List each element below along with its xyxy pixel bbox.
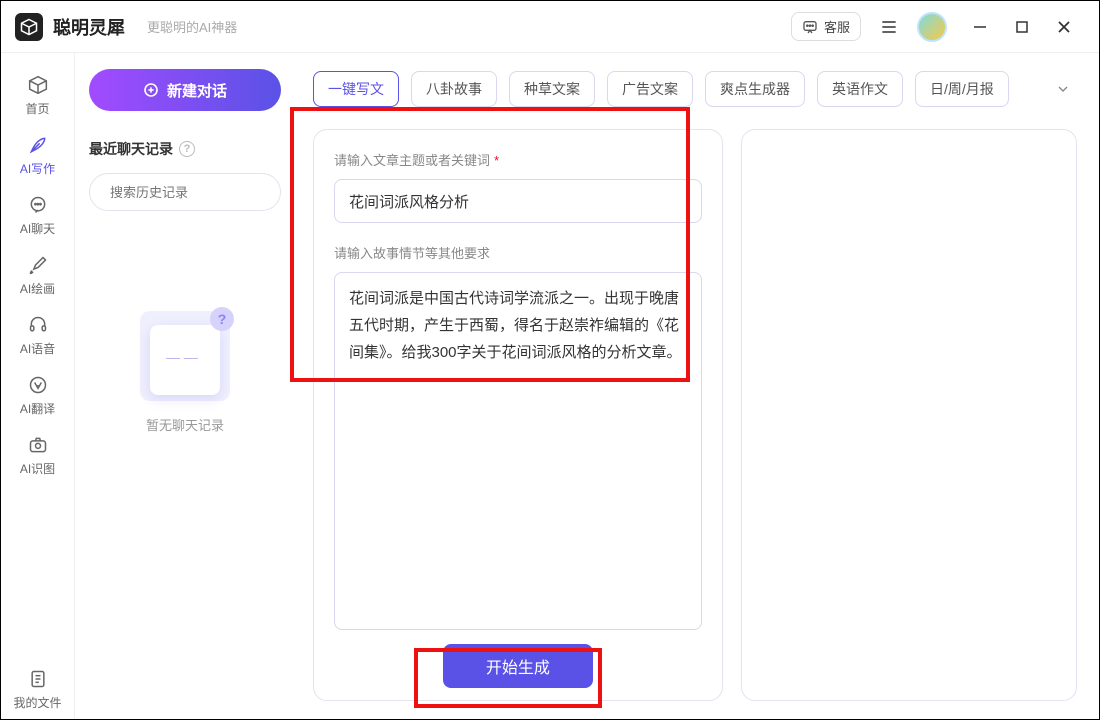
nav-ai-voice[interactable]: AI语音 (1, 305, 74, 365)
tab-report[interactable]: 日/周/月报 (915, 71, 1009, 107)
app-name: 聪明灵犀 (53, 14, 125, 40)
nav-label: AI翻译 (20, 400, 55, 417)
window-close-button[interactable] (1043, 11, 1085, 43)
main-area: 一键写文 八卦故事 种草文案 广告文案 爽点生成器 英语作文 日/周/月报 请输… (295, 53, 1099, 719)
app-logo-icon (15, 13, 43, 41)
output-panel (741, 129, 1077, 701)
tab-product-copy[interactable]: 种草文案 (509, 71, 595, 107)
empty-text: 暂无聊天记录 (89, 415, 281, 434)
tab-ad-copy[interactable]: 广告文案 (607, 71, 693, 107)
maximize-icon (1016, 21, 1028, 33)
avatar[interactable] (917, 12, 947, 42)
history-search-input[interactable] (110, 185, 286, 200)
tab-one-click-write[interactable]: 一键写文 (313, 71, 399, 107)
hamburger-icon (879, 17, 899, 37)
camera-icon (27, 434, 49, 456)
tab-hook-generator[interactable]: 爽点生成器 (705, 71, 805, 107)
titlebar: 聪明灵犀 更聪明的AI神器 客服 (1, 1, 1099, 53)
tab-english-essay[interactable]: 英语作文 (817, 71, 903, 107)
brush-icon (27, 254, 49, 276)
sidebar-nav: 首页 AI写作 AI聊天 AI绘画 AI语音 AI翻译 AI识图 我 (1, 53, 75, 719)
file-icon (27, 668, 49, 690)
nav-label: AI聊天 (20, 220, 55, 237)
input-panel: 请输入文章主题或者关键词 * 请输入故事情节等其他要求 开始生成 (313, 129, 723, 701)
history-search[interactable] (89, 173, 281, 211)
help-icon[interactable]: ? (179, 141, 195, 157)
plus-icon (143, 82, 159, 98)
nav-my-files[interactable]: 我的文件 (1, 659, 74, 719)
new-chat-label: 新建对话 (167, 80, 227, 101)
window-minimize-button[interactable] (959, 11, 1001, 43)
history-column: 新建对话 最近聊天记录 ? ? — — 暂无聊天记录 (75, 53, 295, 719)
close-icon (1057, 20, 1071, 34)
chevron-down-icon (1055, 81, 1071, 97)
minimize-icon (973, 20, 987, 34)
hamburger-menu-button[interactable] (873, 11, 905, 43)
tabs-expand-toggle[interactable] (1049, 75, 1077, 103)
customer-service-button[interactable]: 客服 (791, 12, 861, 41)
empty-illustration-icon: ? — — (140, 311, 230, 401)
tab-gossip-story[interactable]: 八卦故事 (411, 71, 497, 107)
detail-textarea[interactable] (334, 272, 702, 630)
home-icon (27, 74, 49, 96)
nav-ai-paint[interactable]: AI绘画 (1, 245, 74, 305)
logo-block: 聪明灵犀 更聪明的AI神器 (15, 13, 237, 41)
nav-label: AI识图 (20, 460, 55, 477)
topic-label-text: 请输入文章主题或者关键词 (334, 153, 490, 168)
chat-icon (27, 194, 49, 216)
history-title: 最近聊天记录 (89, 139, 173, 159)
nav-ai-vision[interactable]: AI识图 (1, 425, 74, 485)
nav-label: 我的文件 (13, 694, 61, 711)
topic-input[interactable] (334, 179, 702, 223)
translate-icon (27, 374, 49, 396)
detail-label: 请输入故事情节等其他要求 (334, 243, 702, 262)
nav-label: AI写作 (20, 160, 55, 177)
template-tabs: 一键写文 八卦故事 种草文案 广告文案 爽点生成器 英语作文 日/周/月报 (313, 71, 1077, 107)
topic-label: 请输入文章主题或者关键词 * (334, 150, 702, 169)
nav-ai-translate[interactable]: AI翻译 (1, 365, 74, 425)
customer-service-label: 客服 (824, 17, 850, 36)
nav-home[interactable]: 首页 (1, 65, 74, 125)
history-heading: 最近聊天记录 ? (89, 139, 281, 159)
nav-label: 首页 (25, 100, 49, 117)
required-asterisk-icon: * (494, 153, 499, 168)
nav-label: AI语音 (20, 340, 55, 357)
history-empty-state: ? — — 暂无聊天记录 (89, 311, 281, 434)
nav-ai-writing[interactable]: AI写作 (1, 125, 74, 185)
new-chat-button[interactable]: 新建对话 (89, 69, 281, 111)
generate-button[interactable]: 开始生成 (443, 644, 593, 688)
window-maximize-button[interactable] (1001, 11, 1043, 43)
chat-bubble-icon (802, 19, 818, 35)
app-tagline: 更聪明的AI神器 (147, 17, 237, 36)
feather-icon (27, 134, 49, 156)
headset-icon (27, 314, 49, 336)
nav-ai-chat[interactable]: AI聊天 (1, 185, 74, 245)
nav-label: AI绘画 (20, 280, 55, 297)
